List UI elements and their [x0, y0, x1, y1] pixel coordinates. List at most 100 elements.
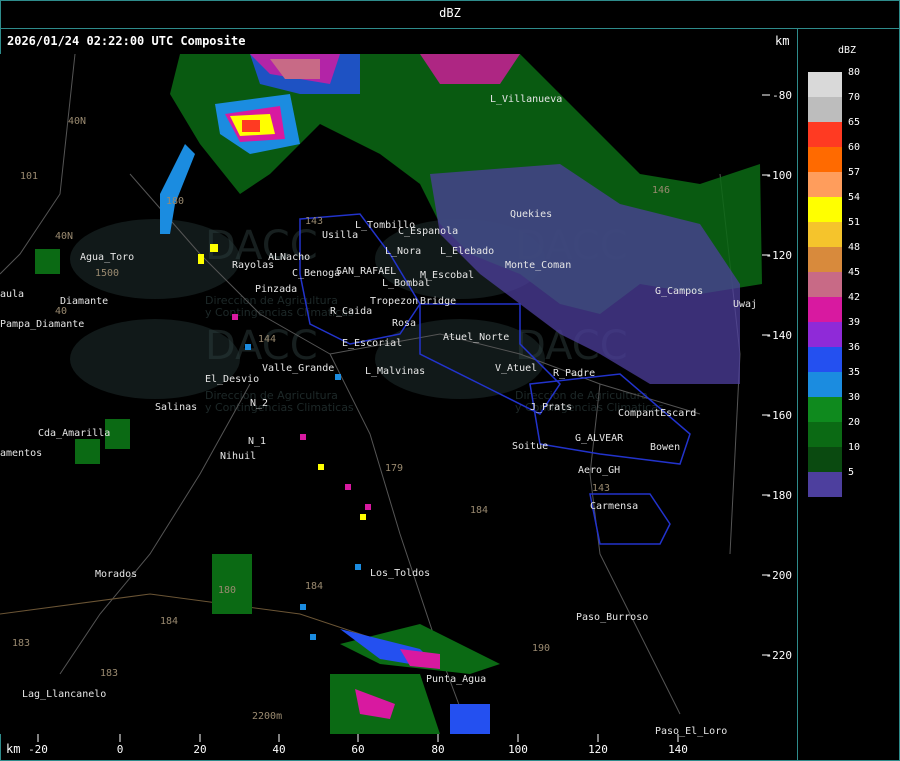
place-label: N_1 [248, 436, 266, 447]
legend-level-label: 80 [848, 67, 861, 78]
x-axis-ticks: -20 0 20 40 60 80 100 120 140 [28, 734, 688, 756]
place-label: aula [0, 289, 24, 300]
place-label: Bowen [650, 442, 680, 453]
place-label: Atuel_Norte [443, 332, 509, 343]
legend-level-label: 54 [848, 192, 861, 203]
place-label: Pinzada [255, 284, 297, 295]
place-label: G_ALVEAR [575, 433, 624, 444]
legend-level-label: 57 [848, 167, 861, 178]
legend-level-label: 5 [848, 467, 855, 478]
road-number: 2200m [252, 711, 282, 722]
place-label: Agua_Toro [80, 252, 134, 263]
road-number: 184 [470, 505, 488, 516]
road-number: 180 [218, 585, 236, 596]
place-label: Rosa [392, 318, 416, 329]
legend-level-label: 36 [848, 342, 861, 353]
road-number: 40 [55, 306, 67, 317]
place-label: L_Villanueva [490, 94, 562, 105]
legend-level-label: 45 [848, 267, 861, 278]
place-label: G_Campos [655, 286, 703, 297]
y-tick-label: -180 [766, 489, 793, 502]
place-label: Cda_Amarilla [38, 428, 110, 439]
y-tick-label: -100 [766, 169, 793, 182]
legend-level-label: 35 [848, 367, 861, 378]
legend-swatch: 42 [808, 292, 860, 322]
legend-swatch: 60 [808, 142, 860, 172]
legend-swatch: 48 [808, 242, 860, 272]
place-label: Paso_El_Loro [655, 726, 727, 737]
place-label: Valle_Grande [262, 363, 334, 374]
road-number: 190 [532, 643, 550, 654]
place-label: El_Desvio [205, 374, 259, 385]
road-number: 143 [592, 483, 610, 494]
y-tick-label: -120 [766, 249, 793, 262]
km-unit-top: km [775, 34, 790, 48]
legend-colorbar: 80 70 65 60 57 54 51 48 45 42 39 36 35 30 20 10 5 [808, 67, 860, 497]
x-tick-label: 80 [431, 743, 444, 756]
legend-title: dBZ [838, 45, 857, 56]
y-tick-label: -220 [766, 649, 793, 662]
legend-swatch: 70 [808, 92, 860, 122]
echo-green-central-south [212, 554, 252, 614]
road-number: 101 [20, 171, 38, 182]
place-label: C_Benoga [292, 268, 340, 279]
place-label: Salinas [155, 402, 197, 413]
road-number: 184 [305, 581, 323, 592]
x-tick-label: 40 [272, 743, 285, 756]
legend-swatch: 35 [808, 367, 860, 397]
place-label: N_2 [250, 398, 268, 409]
place-label: Nihuil [220, 451, 256, 462]
road-number: 143 [305, 216, 323, 227]
x-tick-label: 20 [193, 743, 206, 756]
x-tick-label: 0 [117, 743, 124, 756]
road-number: 146 [652, 185, 670, 196]
place-label: Carmensa [590, 501, 638, 512]
legend-level-label: 65 [848, 117, 861, 128]
echo-green-west [35, 249, 60, 274]
place-label: Bridge [420, 296, 456, 307]
place-label: CompantEscard [618, 408, 696, 419]
legend-swatch: 51 [808, 217, 860, 247]
place-label: Pampa_Diamante [0, 319, 84, 330]
legend-swatch: 54 [808, 192, 860, 222]
place-label: Monte_Coman [505, 260, 571, 271]
place-label: C_Espanola [398, 226, 458, 237]
radar-map[interactable]: DACC Direccion de Agricultura y Continge… [0, 54, 796, 761]
legend-swatch: 39 [808, 317, 860, 347]
legend-level-label: 39 [848, 317, 861, 328]
legend-swatch: 57 [808, 167, 860, 197]
watermark-sub-3b: y Contingencias Climaticas [205, 401, 354, 414]
road-number: 183 [12, 638, 30, 649]
road-number: 1500 [95, 268, 119, 279]
place-label: Paso_Burroso [576, 612, 648, 623]
place-label: ALNacho [268, 252, 310, 263]
legend-level-label: 42 [848, 292, 861, 303]
legend-level-label: 70 [848, 92, 861, 103]
product-title: dBZ [439, 6, 461, 20]
place-label: L_Bombal [382, 278, 430, 289]
place-label: Los_Toldos [370, 568, 430, 579]
place-label: E_Escorial [342, 338, 402, 349]
y-axis-ticks: -80 -100 -120 -140 -160 -180 -200 -220 [762, 89, 792, 662]
place-label: Diamante [60, 296, 108, 307]
road-number: 40N [55, 231, 73, 242]
y-tick-label: -160 [766, 409, 793, 422]
x-tick-label: 140 [668, 743, 688, 756]
y-tick-label: -140 [766, 329, 793, 342]
place-label: Aero_GH [578, 465, 620, 476]
place-label: L_Elebado [440, 246, 494, 257]
place-label: L_Malvinas [365, 366, 425, 377]
legend-swatch: 45 [808, 267, 860, 297]
legend-level-label: 48 [848, 242, 861, 253]
legend-swatch: 36 [808, 342, 860, 372]
x-tick-label: 60 [351, 743, 364, 756]
road-number: 179 [385, 463, 403, 474]
place-label: Quekies [510, 209, 552, 220]
y-tick-label: -200 [766, 569, 793, 582]
x-tick-label: 100 [508, 743, 528, 756]
echo-green-sw2 [75, 439, 100, 464]
road-number: 184 [160, 616, 178, 627]
place-label: Soitue [512, 441, 548, 452]
legend-level-label: 10 [848, 442, 861, 453]
legend-level-label: 60 [848, 142, 861, 153]
